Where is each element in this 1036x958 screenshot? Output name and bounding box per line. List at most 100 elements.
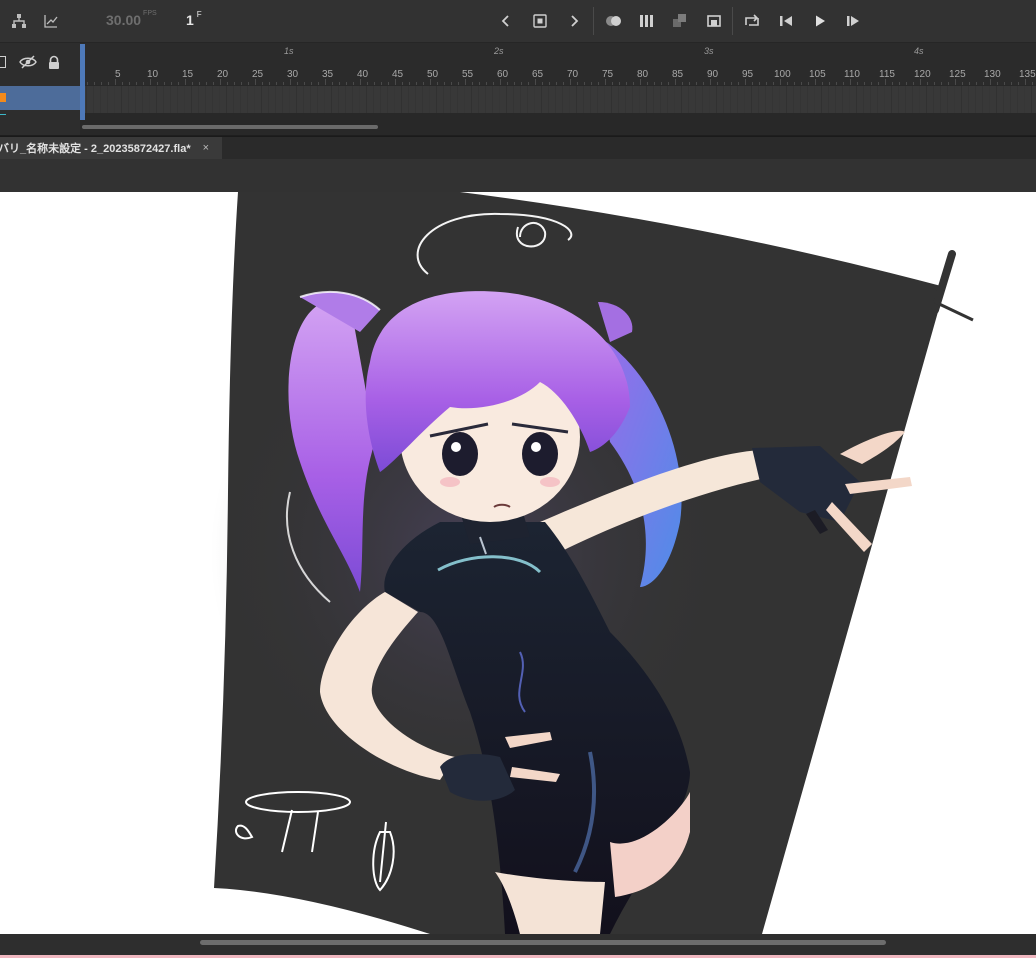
ruler-tick — [255, 79, 256, 85]
ruler-tick — [1025, 79, 1026, 85]
timeline-frames[interactable]: 5 10 15 20 25 30 35 40 45 50 55 60 65 70 75 80 85 90 95 100… — [80, 43, 1036, 135]
ruler-tick — [157, 82, 158, 85]
ruler-tick — [717, 82, 718, 85]
ruler-tick — [136, 82, 137, 85]
ruler-tick — [395, 79, 396, 85]
ruler-tick — [710, 79, 711, 85]
ruler-tick — [528, 82, 529, 85]
frame-number-label: 55 — [462, 69, 474, 80]
ruler-tick — [808, 82, 809, 85]
close-tab-icon[interactable]: × — [203, 142, 209, 154]
eye-hidden-icon[interactable] — [19, 55, 37, 74]
ruler-tick — [1004, 82, 1005, 85]
ruler-tick — [864, 82, 865, 85]
outline-toggle-icon[interactable] — [0, 56, 6, 68]
center-frame-icon[interactable] — [670, 11, 690, 31]
ruler-tick — [668, 82, 669, 85]
ruler-tick — [227, 82, 228, 85]
current-frame-display[interactable]: 1F — [186, 10, 202, 28]
ruler-tick — [745, 79, 746, 85]
ruler-tick — [535, 79, 536, 85]
ruler-tick — [682, 82, 683, 85]
ruler-tick — [983, 82, 984, 85]
ruler-tick — [829, 82, 830, 85]
timeline-ruler[interactable]: 5 10 15 20 25 30 35 40 45 50 55 60 65 70 75 80 85 90 95 100… — [80, 43, 1036, 85]
seconds-marker: 1s — [284, 46, 294, 56]
ruler-tick — [283, 82, 284, 85]
onion-skin-icon[interactable] — [604, 11, 624, 31]
ruler-tick — [920, 79, 921, 85]
ruler-tick — [675, 79, 676, 85]
loop-icon[interactable] — [704, 11, 724, 31]
hierarchy-icon[interactable] — [9, 11, 29, 31]
frame-number-label: 45 — [392, 69, 404, 80]
document-tab[interactable]: バリ_名称未設定 - 2_20235872427.fla* × — [0, 137, 222, 159]
ruler-tick — [738, 82, 739, 85]
ruler-tick — [892, 82, 893, 85]
ruler-tick — [178, 82, 179, 85]
frame-number-label: 70 — [567, 69, 579, 80]
seconds-marker: 3s — [704, 46, 714, 56]
play-icon[interactable] — [810, 11, 830, 31]
ruler-tick — [577, 82, 578, 85]
ruler-tick — [647, 82, 648, 85]
ruler-tick — [402, 82, 403, 85]
ruler-tick — [500, 79, 501, 85]
ruler-tick — [430, 79, 431, 85]
ruler-tick — [374, 82, 375, 85]
timeline-toolbar: 30.00 FPS 1F — [0, 0, 1036, 43]
stage-horizontal-scrollbar[interactable] — [200, 940, 886, 945]
frame-number-label: 120 — [914, 69, 931, 80]
frame-cells[interactable] — [80, 86, 1036, 113]
ruler-tick — [913, 82, 914, 85]
ruler-tick — [353, 82, 354, 85]
ruler-tick — [290, 79, 291, 85]
prev-keyframe-icon[interactable] — [496, 11, 516, 31]
frame-number-label: 115 — [879, 69, 895, 80]
loop-playback-icon[interactable] — [742, 11, 762, 31]
frame-value: 1 — [186, 12, 194, 28]
frame-number-label: 110 — [844, 69, 860, 80]
ruler-tick — [857, 82, 858, 85]
step-back-icon[interactable] — [776, 11, 796, 31]
ruler-tick — [143, 82, 144, 85]
frame-number-label: 105 — [809, 69, 826, 80]
ruler-tick — [220, 79, 221, 85]
layer-row-selected[interactable] — [0, 86, 80, 110]
ruler-tick — [794, 82, 795, 85]
edit-multiple-frames-icon[interactable] — [637, 11, 657, 31]
graph-icon[interactable] — [41, 11, 61, 31]
ruler-tick — [549, 82, 550, 85]
lock-icon[interactable] — [47, 55, 61, 75]
ruler-tick — [843, 82, 844, 85]
insert-keyframe-icon[interactable] — [530, 11, 550, 31]
ruler-tick — [850, 79, 851, 85]
step-forward-icon[interactable] — [843, 11, 863, 31]
seconds-marker: 4s — [914, 46, 924, 56]
ruler-tick — [150, 79, 151, 85]
next-keyframe-icon[interactable] — [564, 11, 584, 31]
ruler-tick — [171, 82, 172, 85]
ruler-tick — [444, 82, 445, 85]
playhead[interactable] — [80, 44, 85, 120]
ruler-tick — [465, 79, 466, 85]
ruler-tick — [129, 82, 130, 85]
ruler-tick — [507, 82, 508, 85]
ruler-tick — [731, 82, 732, 85]
ruler-tick — [836, 82, 837, 85]
ruler-tick — [94, 82, 95, 85]
ruler-tick — [192, 82, 193, 85]
ruler-tick — [766, 82, 767, 85]
ruler-tick — [619, 82, 620, 85]
ruler-tick — [997, 82, 998, 85]
timeline-scrollbar[interactable] — [82, 125, 378, 129]
fps-display[interactable]: 30.00 FPS — [106, 10, 157, 28]
ruler-tick — [584, 82, 585, 85]
ruler-tick — [185, 79, 186, 85]
stage-canvas[interactable] — [0, 192, 1036, 934]
ruler-tick — [115, 79, 116, 85]
ruler-tick — [269, 82, 270, 85]
ruler-tick — [164, 82, 165, 85]
ruler-tick — [969, 82, 970, 85]
ruler-tick — [1018, 82, 1019, 85]
